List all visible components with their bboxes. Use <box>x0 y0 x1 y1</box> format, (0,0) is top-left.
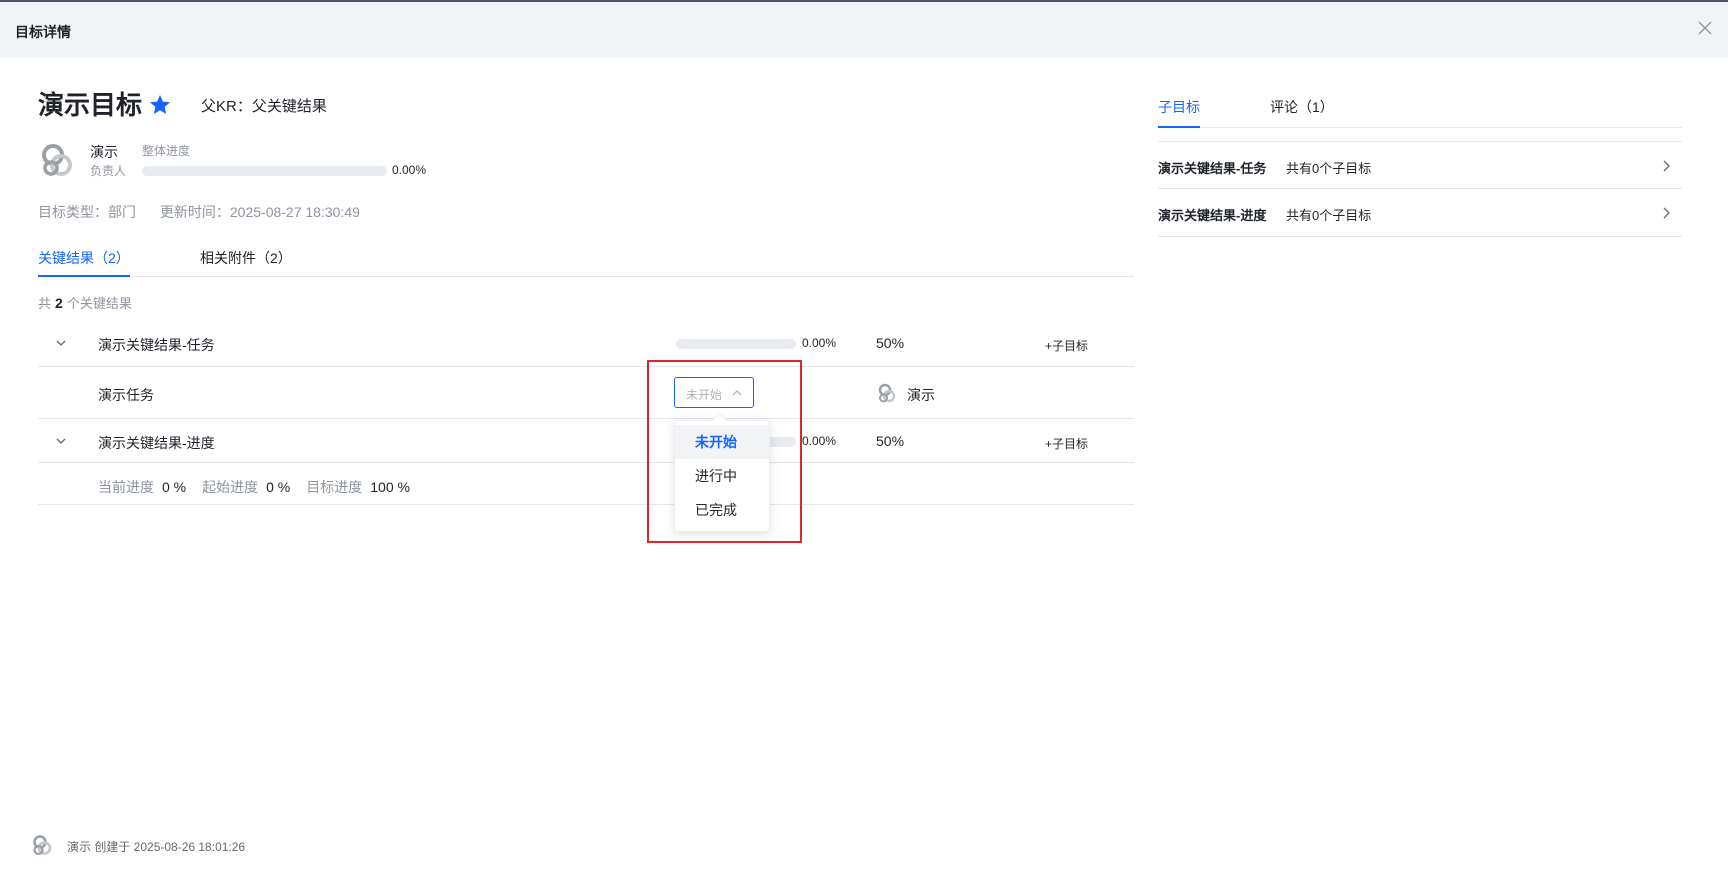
chevron-up-icon <box>732 390 742 396</box>
progress-detail-row: 当前进度 0 % 起始进度 0 % 目标进度 100 % <box>38 463 1134 505</box>
modal-title: 目标详情 <box>15 24 71 40</box>
task-row: 演示任务 未开始 演示 <box>38 367 1134 419</box>
owner-name: 演示 <box>90 144 118 160</box>
chevron-right-icon <box>1663 207 1670 219</box>
list-item[interactable]: 演示关键结果-进度 共有0个子目标 <box>1158 189 1682 237</box>
avatar <box>42 144 72 176</box>
kr-count-number: 2 <box>55 295 63 311</box>
tab-child-objectives[interactable]: 子目标 <box>1158 97 1200 117</box>
kr-count: 共 2 个关键结果 <box>38 293 132 312</box>
start-progress-label: 起始进度 <box>202 479 259 495</box>
status-select-value: 未开始 <box>686 388 723 402</box>
tab-comments[interactable]: 评论（1） <box>1270 97 1334 117</box>
child-objective-title: 演示关键结果-任务 <box>1158 161 1267 176</box>
created-info: 演示 创建于 2025-08-26 18:01:26 <box>67 840 246 854</box>
kr-progress-value: 0.00% <box>802 336 837 350</box>
overall-progress-label: 整体进度 <box>142 144 191 158</box>
owner-role: 负责人 <box>90 164 127 178</box>
target-progress-label: 目标进度 <box>306 479 363 495</box>
status-select[interactable]: 未开始 <box>674 377 754 408</box>
kr-progress-bar <box>676 339 796 349</box>
overall-progress-bar <box>142 166 387 176</box>
status-option-done[interactable]: 已完成 <box>675 493 769 527</box>
kr-title: 演示关键结果-任务 <box>98 337 215 353</box>
progress-detail: 当前进度 0 % 起始进度 0 % 目标进度 100 % <box>98 477 426 497</box>
updated-time: 更新时间：2025-08-27 18:30:49 <box>159 204 360 220</box>
modal-header: 目标详情 <box>0 0 1728 57</box>
task-title: 演示任务 <box>98 387 154 403</box>
avatar <box>878 383 896 403</box>
side-tabs: 子目标 评论（1） <box>1158 87 1682 128</box>
star-icon[interactable] <box>148 93 172 117</box>
tab-key-results[interactable]: 关键结果（2） <box>38 248 130 268</box>
tab-attachments[interactable]: 相关附件（2） <box>200 248 292 268</box>
list-item[interactable]: 演示关键结果-任务 共有0个子目标 <box>1158 141 1682 189</box>
active-tab-indicator <box>38 275 130 277</box>
start-progress-value: 0 % <box>266 479 291 495</box>
detail-tabs: 关键结果（2） 相关附件（2） <box>38 231 1134 277</box>
chevron-right-icon <box>1663 160 1670 172</box>
title-row: 演示目标 父KR：父关键结果 <box>38 87 838 123</box>
status-option-not-started[interactable]: 未开始 <box>675 425 769 459</box>
chevron-down-icon[interactable] <box>54 336 68 350</box>
kr-count-suffix: 个关键结果 <box>66 296 132 311</box>
kr-weight: 50% <box>876 433 905 449</box>
add-child-button[interactable]: +子目标 <box>1045 337 1088 354</box>
target-progress-value: 100 % <box>370 479 410 495</box>
status-option-in-progress[interactable]: 进行中 <box>675 459 769 493</box>
current-progress-label: 当前进度 <box>98 479 154 495</box>
active-tab-indicator <box>1158 126 1200 128</box>
avatar <box>33 835 52 856</box>
task-owner: 演示 <box>907 387 935 403</box>
kr-weight: 50% <box>876 335 905 351</box>
kr-progress-value: 0.00% <box>802 434 837 448</box>
child-objective-title: 演示关键结果-进度 <box>1158 208 1267 223</box>
table-row: 演示关键结果-任务 0.00% 50% +子目标 <box>38 319 1134 367</box>
kr-count-prefix: 共 <box>38 296 52 311</box>
kr-title: 演示关键结果-进度 <box>98 435 215 451</box>
child-objective-count: 共有0个子目标 <box>1286 208 1372 223</box>
page-title: 演示目标 <box>38 90 143 120</box>
status-dropdown: 未开始 进行中 已完成 <box>674 420 770 532</box>
child-objective-count: 共有0个子目标 <box>1286 161 1372 176</box>
close-icon[interactable] <box>1696 19 1714 37</box>
add-child-button[interactable]: +子目标 <box>1045 435 1088 452</box>
parent-kr: 父KR：父关键结果 <box>201 98 327 115</box>
meta-row: 目标类型：部门 更新时间：2025-08-27 18:30:49 <box>38 202 380 222</box>
chevron-down-icon[interactable] <box>54 434 68 448</box>
objective-type: 目标类型：部门 <box>38 204 136 220</box>
overall-progress-value: 0.00% <box>392 163 427 177</box>
current-progress-value: 0 % <box>162 479 187 495</box>
table-row: 演示关键结果-进度 0.00% 50% +子目标 <box>38 419 1134 463</box>
